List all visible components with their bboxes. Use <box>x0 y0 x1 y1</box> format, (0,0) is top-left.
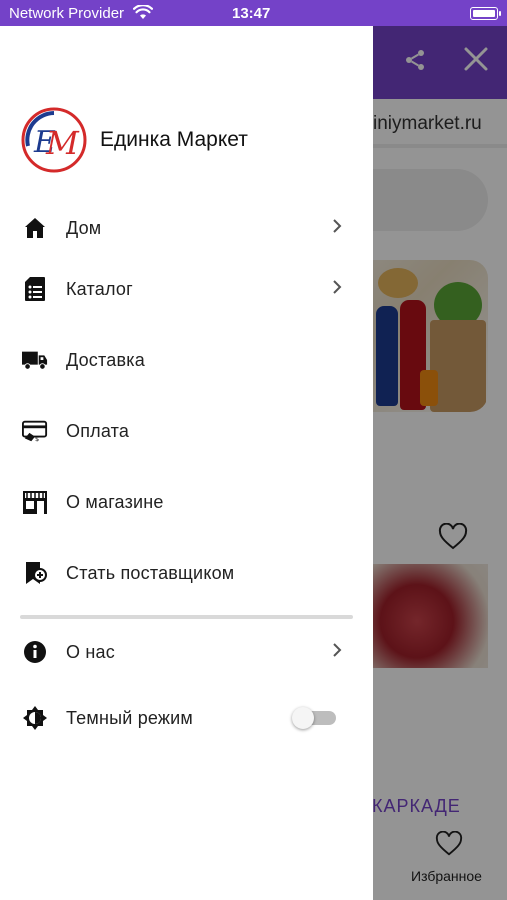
brand-logo-icon: E M <box>21 107 87 173</box>
brightness-icon <box>22 705 48 731</box>
chevron-right-icon <box>330 279 344 300</box>
menu-item-label: Каталог <box>66 278 133 299</box>
truck-icon <box>22 347 48 373</box>
svg-text:M: M <box>45 124 80 162</box>
menu-item-label: О магазине <box>66 491 164 512</box>
dark-mode-toggle[interactable] <box>292 707 338 729</box>
home-icon <box>22 215 48 241</box>
battery-icon <box>470 7 501 20</box>
payment-card-icon: $ <box>22 418 48 444</box>
clock: 13:47 <box>232 5 271 22</box>
menu-item-store[interactable]: О магазине <box>0 477 373 527</box>
brand-header: E M Единка Маркет <box>20 106 248 174</box>
chevron-right-icon <box>330 642 344 663</box>
supplier-add-icon <box>22 560 48 586</box>
catalog-icon <box>22 276 48 302</box>
menu-item-label: Стать поставщиком <box>66 562 235 583</box>
menu-item-about-us[interactable]: О нас <box>0 627 373 677</box>
menu-item-label: Темный режим <box>66 707 193 728</box>
info-icon <box>22 639 48 665</box>
chevron-right-icon <box>330 218 344 239</box>
menu-item-become-supplier[interactable]: Стать поставщиком <box>0 548 373 598</box>
status-bar: Network Provider 13:47 <box>0 0 507 26</box>
menu-item-label: Доставка <box>66 349 145 370</box>
menu-item-home[interactable]: Дом <box>0 203 373 253</box>
menu-item-delivery[interactable]: Доставка <box>0 335 373 385</box>
wifi-icon <box>132 4 154 25</box>
store-icon <box>22 489 48 515</box>
menu-item-label: О нас <box>66 641 115 662</box>
menu-divider <box>20 615 353 619</box>
carrier-name: Network Provider <box>9 5 125 22</box>
brand-name: Единка Маркет <box>100 128 248 151</box>
menu-item-catalog[interactable]: Каталог <box>0 264 373 314</box>
menu-item-label: Оплата <box>66 420 130 441</box>
navigation-drawer: E M Единка Маркет Дом Каталог Доставка $… <box>0 26 373 900</box>
menu-item-dark-mode: Темный режим <box>0 693 373 743</box>
svg-text:$: $ <box>35 435 39 443</box>
menu-item-label: Дом <box>66 217 102 238</box>
menu-item-payment[interactable]: $ Оплата <box>0 406 373 456</box>
